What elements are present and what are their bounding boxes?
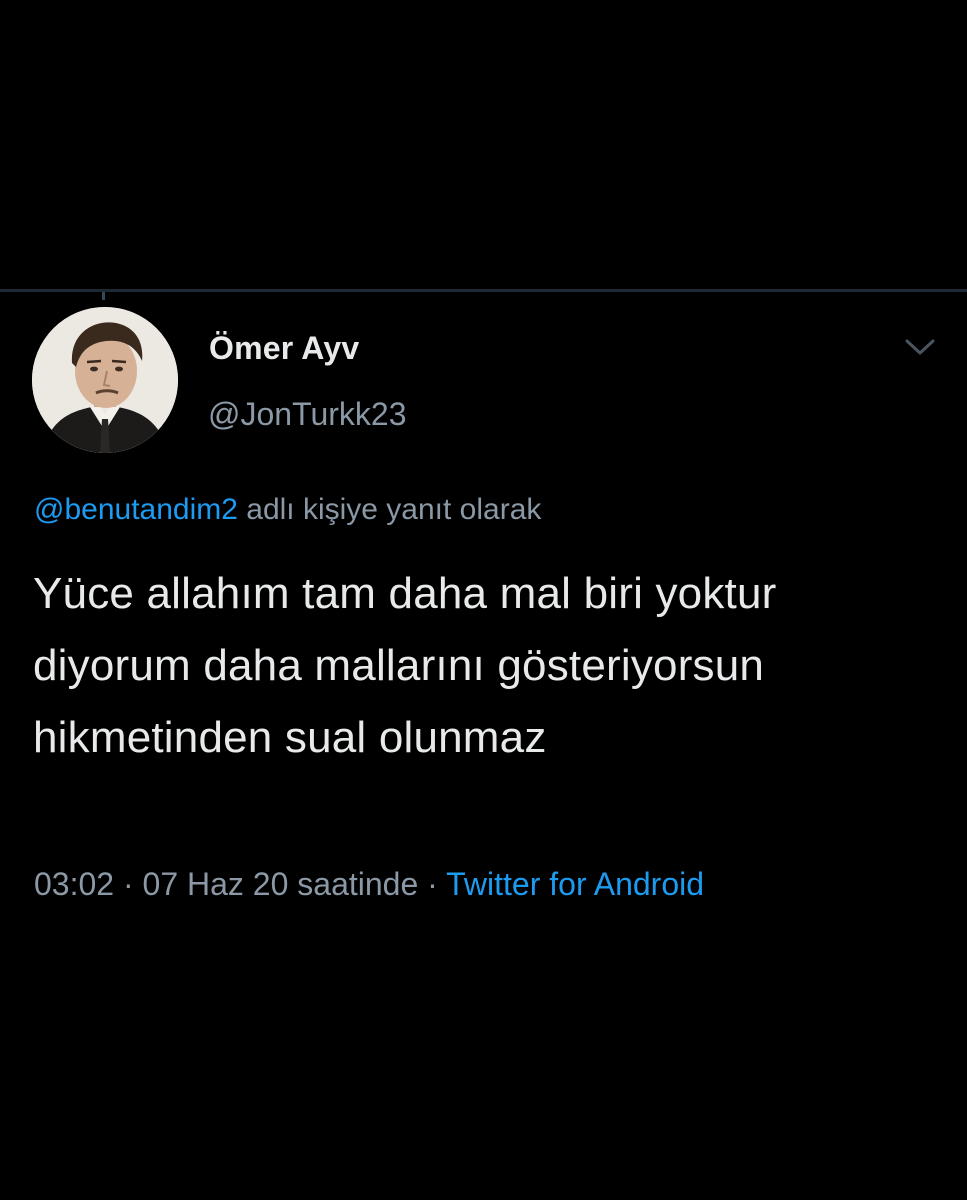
tweet-meta: 03:02 · 07 Haz 20 saatinde · Twitter for… bbox=[34, 866, 704, 903]
tweet-source-link[interactable]: Twitter for Android bbox=[446, 866, 704, 902]
tweet-time[interactable]: 03:02 bbox=[34, 866, 114, 902]
chevron-down-icon bbox=[905, 339, 935, 355]
reply-mention-link[interactable]: @benutandim2 bbox=[34, 493, 238, 526]
meta-separator: · bbox=[114, 866, 143, 902]
avatar[interactable] bbox=[32, 307, 178, 453]
top-divider bbox=[0, 289, 967, 292]
avatar-photo-icon bbox=[32, 307, 178, 453]
tweet-date[interactable]: 07 Haz 20 saatinde bbox=[143, 866, 419, 902]
tweet-text: Yüce allahım tam daha mal biri yoktur di… bbox=[33, 569, 777, 762]
tweet-menu-button[interactable] bbox=[901, 333, 939, 361]
author-display-name[interactable]: Ömer Ayv bbox=[209, 330, 359, 367]
meta-separator-2: · bbox=[418, 866, 447, 902]
reply-context: @benutandim2 adlı kişiye yanıt olarak bbox=[34, 493, 541, 527]
author-handle[interactable]: @JonTurkk23 bbox=[208, 396, 406, 433]
divider-tick bbox=[102, 292, 105, 300]
reply-context-label: adlı kişiye yanıt olarak bbox=[237, 493, 542, 526]
